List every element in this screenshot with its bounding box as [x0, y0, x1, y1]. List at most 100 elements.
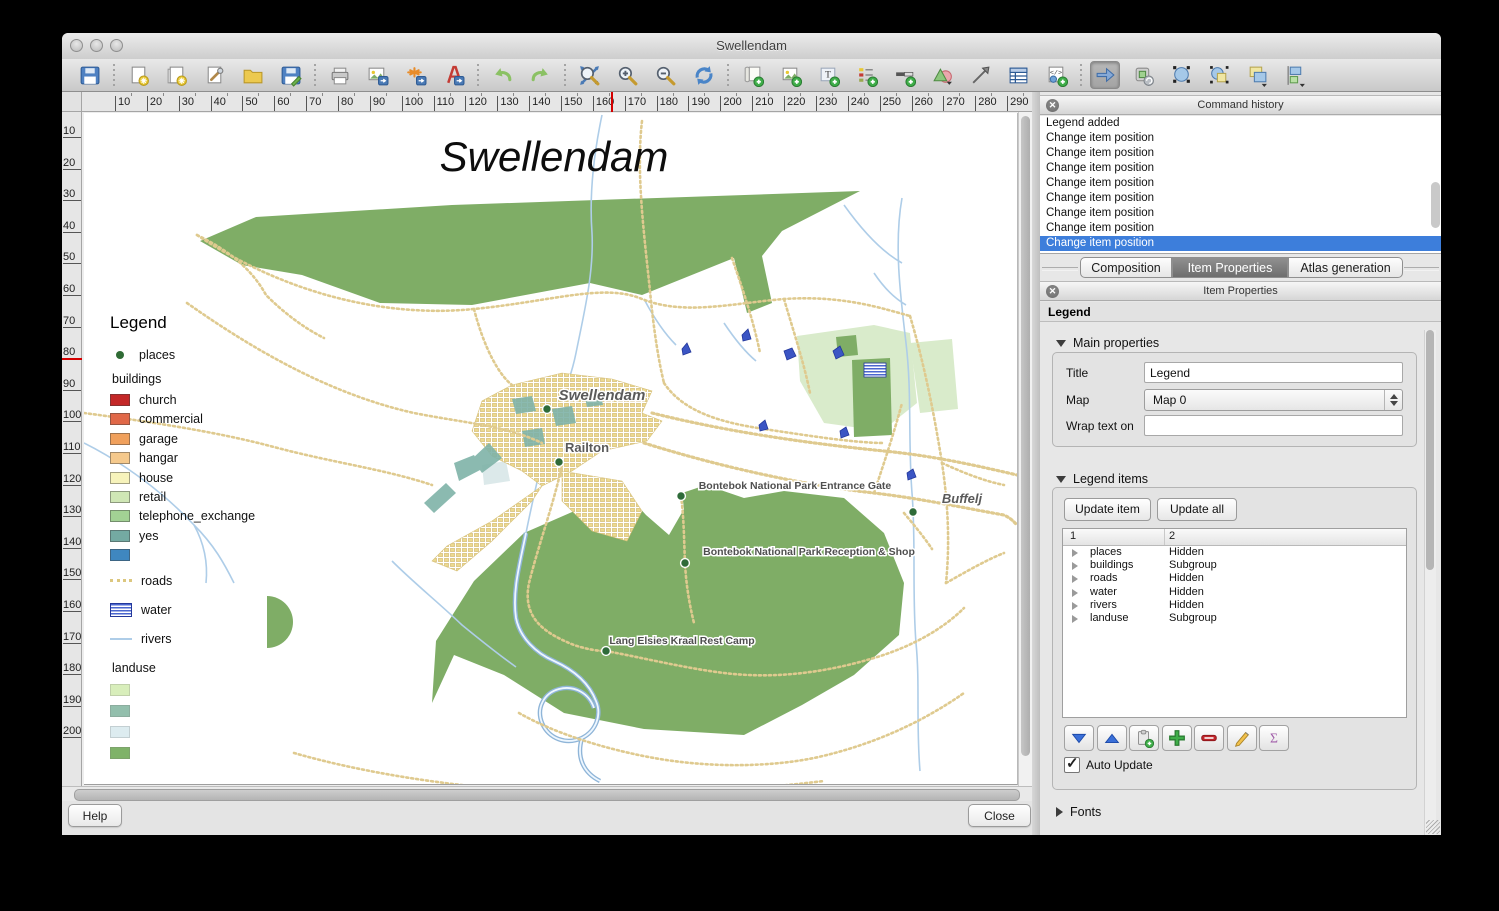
titlebar[interactable]: Swellendam	[62, 33, 1441, 60]
tab-atlas-generation[interactable]: Atlas generation	[1288, 257, 1403, 278]
add-group-button[interactable]	[1129, 725, 1159, 751]
align-items-button[interactable]	[1280, 61, 1310, 89]
edit-item-button[interactable]	[1227, 725, 1257, 751]
history-entry[interactable]: Change item position	[1040, 131, 1441, 146]
update-all-button[interactable]: Update all	[1157, 498, 1237, 521]
save-button[interactable]	[74, 61, 104, 89]
ruler-label: 10	[118, 96, 130, 108]
legend-items-section[interactable]: Legend items	[1056, 472, 1148, 486]
add-image-button[interactable]	[775, 61, 805, 89]
edit-nodes-item-icon	[1173, 66, 1190, 83]
add-arrow-button[interactable]	[965, 61, 995, 89]
close-button[interactable]: Close	[968, 804, 1031, 827]
history-entry[interactable]: Change item position	[1040, 221, 1441, 236]
spinner-arrows-icon[interactable]	[1384, 390, 1402, 410]
legend-items-table[interactable]: 1 2 placesHiddenbuildingsSubgrouproadsHi…	[1062, 528, 1407, 718]
duplicate-composition-button[interactable]	[161, 61, 191, 89]
tab-item-properties[interactable]: Item Properties	[1172, 257, 1288, 278]
title-input[interactable]	[1144, 362, 1403, 383]
ruler-tick	[63, 674, 81, 675]
ruler-tick	[63, 548, 81, 549]
ruler-label: 100	[63, 409, 81, 421]
move-up-button[interactable]	[1097, 725, 1127, 751]
undo-button[interactable]	[487, 61, 517, 89]
history-entry[interactable]: Change item position	[1040, 206, 1441, 221]
legend-item-row[interactable]: placesHidden	[1063, 546, 1406, 559]
auto-update-row[interactable]: ✓ Auto Update	[1064, 757, 1153, 773]
legend-item-row[interactable]: landuseSubgroup	[1063, 612, 1406, 625]
composition-page[interactable]: Swellendam SwellendamRailtonBontebok Nat…	[84, 113, 1018, 785]
add-table-button[interactable]	[1003, 61, 1033, 89]
export-svg-button[interactable]	[400, 61, 430, 89]
expand-arrow-icon[interactable]	[1072, 589, 1078, 597]
place-label: Railton	[565, 440, 609, 455]
history-entry[interactable]: Change item position	[1040, 176, 1441, 191]
update-item-button[interactable]: Update item	[1064, 498, 1151, 521]
zoom-out-button[interactable]	[650, 61, 680, 89]
help-button[interactable]: Help	[68, 804, 122, 827]
map-select[interactable]: Map 0	[1144, 389, 1403, 411]
panel-scrollbar[interactable]	[1424, 330, 1436, 835]
expand-arrow-icon[interactable]	[1072, 575, 1078, 583]
composer-canvas[interactable]: Swellendam SwellendamRailtonBontebok Nat…	[82, 112, 1032, 786]
map-legend-item[interactable]: Legendplacesbuildingschurchcommercialgar…	[110, 313, 255, 763]
remove-item-button[interactable]	[1194, 725, 1224, 751]
main-properties-section[interactable]: Main properties	[1056, 336, 1159, 350]
river-symbol-icon	[110, 638, 132, 640]
history-entry[interactable]: Legend added	[1040, 116, 1441, 131]
zoom-full-button[interactable]	[574, 61, 604, 89]
ruler-tick	[880, 96, 881, 112]
tab-composition[interactable]: Composition	[1080, 257, 1172, 278]
ruler-label: 290	[1010, 96, 1028, 108]
add-shape-button[interactable]	[927, 61, 957, 89]
move-item-content-button[interactable]	[1128, 61, 1158, 89]
add-scalebar-button[interactable]	[889, 61, 919, 89]
new-composition-button[interactable]	[123, 61, 153, 89]
command-history-list[interactable]: Legend addedChange item positionChange i…	[1040, 116, 1441, 254]
move-down-button[interactable]	[1064, 725, 1094, 751]
history-entry[interactable]: Change item position	[1040, 191, 1441, 206]
expand-arrow-icon[interactable]	[1072, 549, 1078, 557]
redo-button[interactable]	[525, 61, 555, 89]
add-map-button[interactable]	[737, 61, 767, 89]
expand-arrow-icon[interactable]	[1072, 615, 1078, 623]
panel-tabs: CompositionItem PropertiesAtlas generati…	[1040, 255, 1441, 281]
history-entry[interactable]: Change item position	[1040, 146, 1441, 161]
canvas-vertical-scrollbar[interactable]	[1018, 112, 1032, 786]
expand-arrow-icon[interactable]	[1072, 562, 1078, 570]
history-entry[interactable]: Change item position	[1040, 161, 1441, 176]
zoom-in-button[interactable]	[612, 61, 642, 89]
count-symbols-button[interactable]: Σ	[1259, 725, 1289, 751]
resize-grip-icon[interactable]	[1426, 820, 1440, 834]
legend-item-row[interactable]: riversHidden	[1063, 599, 1406, 612]
add-html-button[interactable]: </>	[1041, 61, 1071, 89]
add-label-button[interactable]: T	[813, 61, 843, 89]
ruler-tick	[63, 485, 81, 486]
composition-manager-button[interactable]	[199, 61, 229, 89]
canvas-horizontal-scrollbar[interactable]	[62, 786, 1032, 801]
history-entry[interactable]: Change item position	[1040, 236, 1441, 251]
add-item-button[interactable]	[1162, 725, 1192, 751]
legend-item-row[interactable]: waterHidden	[1063, 586, 1406, 599]
expand-arrow-icon[interactable]	[1072, 602, 1078, 610]
legend-item-row[interactable]: buildingsSubgroup	[1063, 559, 1406, 572]
group-items-button[interactable]	[1204, 61, 1234, 89]
wrap-text-input[interactable]	[1144, 415, 1403, 436]
legend-item-row[interactable]: roadsHidden	[1063, 572, 1406, 585]
export-image-button[interactable]	[362, 61, 392, 89]
save-template-button[interactable]	[275, 61, 305, 89]
export-pdf-button[interactable]	[438, 61, 468, 89]
refresh-button[interactable]	[688, 61, 718, 89]
panel-divider[interactable]	[1032, 92, 1040, 835]
edit-nodes-item-button[interactable]	[1166, 61, 1196, 89]
auto-update-checkbox[interactable]: ✓	[1064, 757, 1080, 773]
select-move-item-button[interactable]	[1090, 61, 1120, 89]
ruler-tick	[63, 137, 81, 138]
raise-items-button[interactable]	[1242, 61, 1272, 89]
load-template-button[interactable]	[237, 61, 267, 89]
print-button[interactable]	[324, 61, 354, 89]
command-history-title: Command history	[1040, 99, 1441, 111]
history-scrollbar[interactable]	[1431, 182, 1440, 228]
add-legend-button[interactable]	[851, 61, 881, 89]
fonts-section[interactable]: Fonts	[1056, 805, 1101, 819]
